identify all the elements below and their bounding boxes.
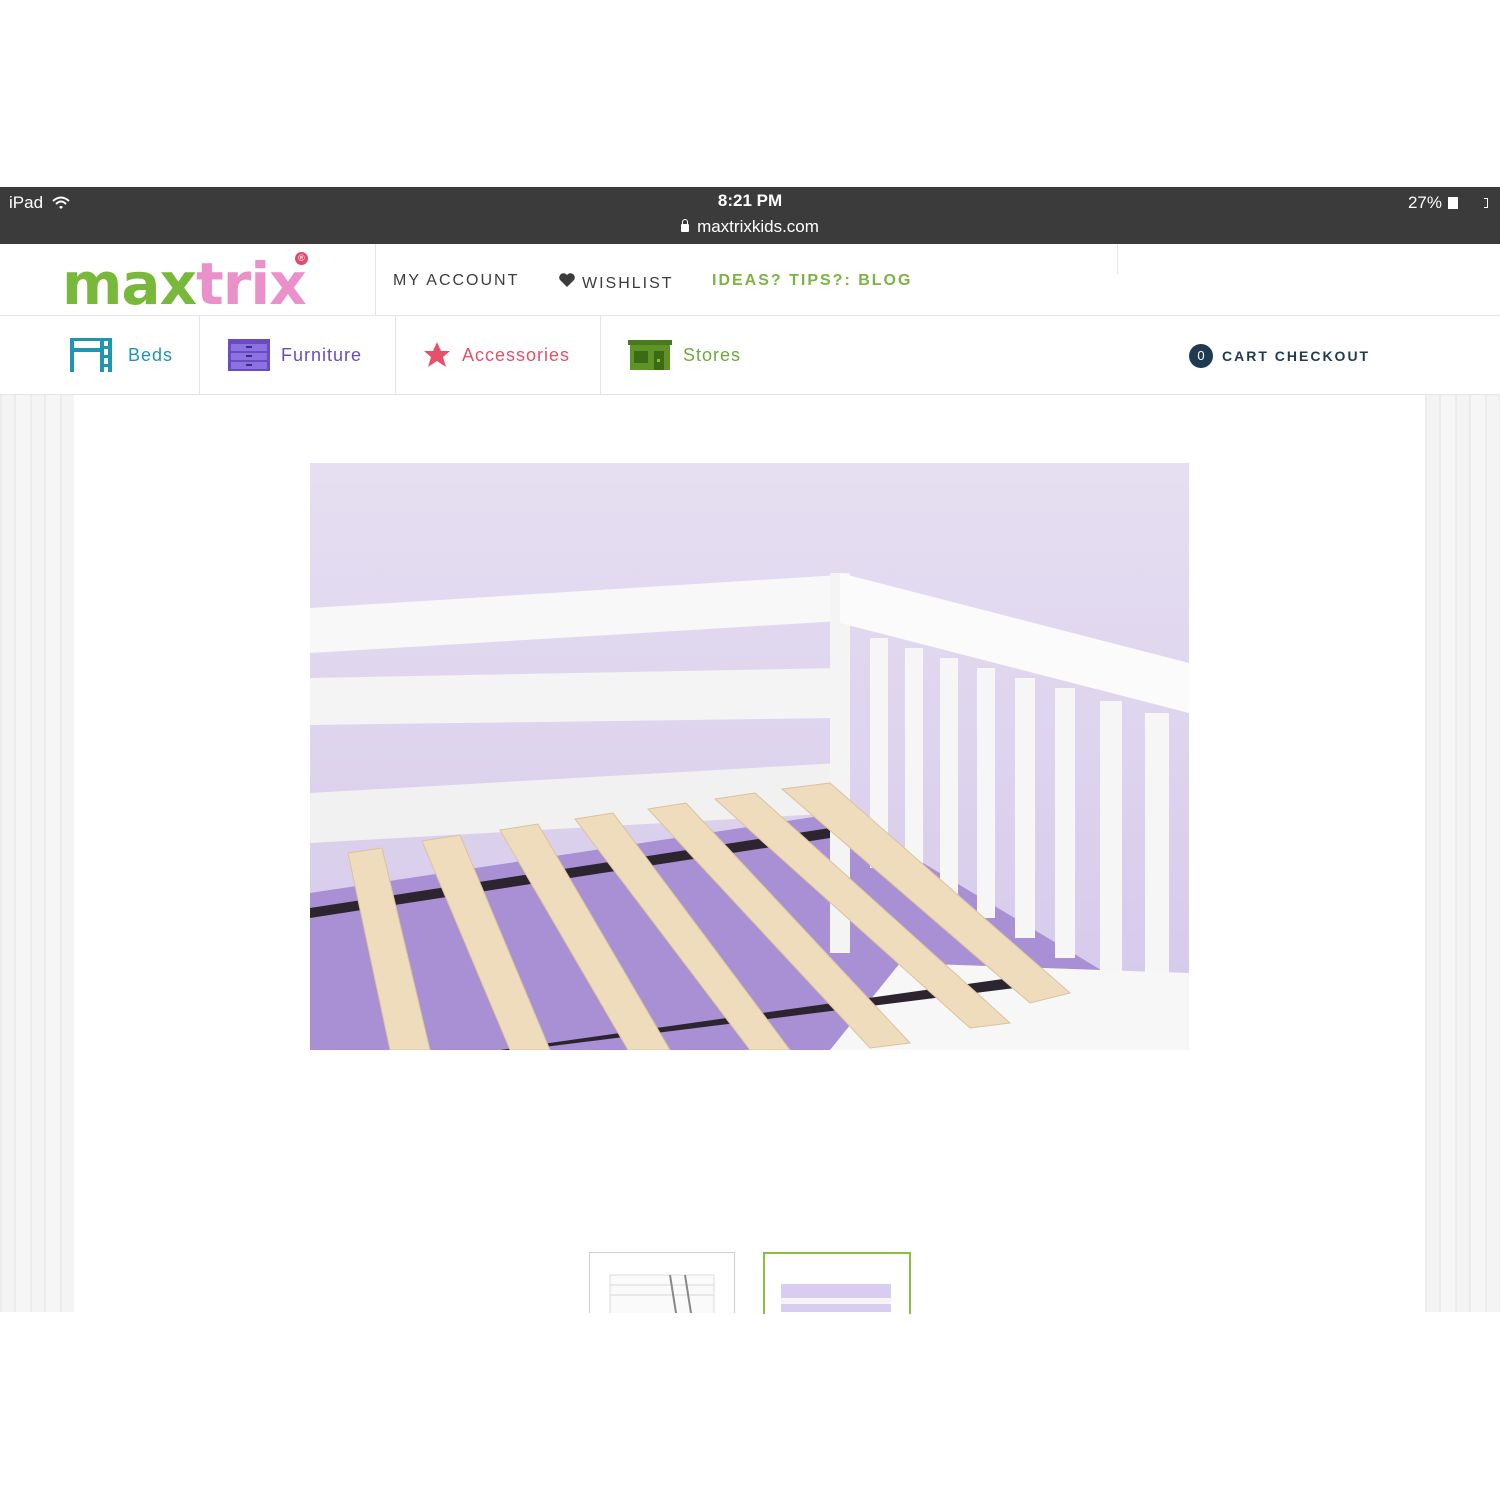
lock-icon <box>681 219 690 232</box>
heart-icon <box>559 273 575 287</box>
bunk-bed-icon <box>70 338 112 372</box>
clock: 8:21 PM <box>717 191 783 210</box>
maxtrix-logo[interactable]: maxtrix <box>62 254 307 314</box>
thumbnail-slats-active[interactable] <box>763 1252 911 1314</box>
url-text: maxtrixkids.com <box>697 217 819 236</box>
product-image[interactable] <box>310 463 1189 1050</box>
star-icon <box>424 342 450 367</box>
battery-indicator: 27% <box>1408 193 1488 213</box>
wood-background-right <box>1425 395 1500 1312</box>
nav-item-furniture[interactable]: Furniture <box>227 316 362 394</box>
battery-percent: 27% <box>1407 193 1442 212</box>
category-nav: Beds Furniture Accessories Stores 0 CART… <box>0 316 1500 395</box>
nav-divider <box>199 316 200 394</box>
my-account-link[interactable]: MY ACCOUNT <box>393 272 519 290</box>
header-divider-right <box>1117 244 1118 274</box>
nav-divider <box>600 316 601 394</box>
logo-text-green: max <box>62 250 197 318</box>
status-bar: iPad 8:21 PM maxtrixkids.com 27% <box>0 187 1500 244</box>
cart-count-badge: 0 <box>1189 344 1213 368</box>
nav-label-stores: Stores <box>683 344 742 365</box>
nav-item-stores[interactable]: Stores <box>627 316 741 394</box>
blog-link[interactable]: IDEAS? TIPS?: BLOG <box>712 272 912 290</box>
nav-label-furniture: Furniture <box>281 344 363 365</box>
nav-divider <box>395 316 396 394</box>
registered-mark: ® <box>295 252 308 265</box>
battery-cap-icon <box>1484 198 1488 208</box>
wishlist-link[interactable]: WISHLIST <box>558 272 674 293</box>
battery-icon <box>1448 197 1458 209</box>
logo-text-pink: trix <box>196 250 307 318</box>
storefront-icon <box>628 340 672 370</box>
wishlist-label: WISHLIST <box>582 275 674 292</box>
address-bar[interactable]: maxtrixkids.com <box>0 217 1500 237</box>
wood-background-left <box>0 395 74 1312</box>
nav-label-beds: Beds <box>128 344 174 365</box>
nav-label-accessories: Accessories <box>462 344 571 365</box>
header-divider <box>375 244 376 315</box>
nav-item-accessories[interactable]: Accessories <box>422 316 570 394</box>
nav-item-beds[interactable]: Beds <box>68 316 173 394</box>
cart-checkout-label: CART CHECKOUT <box>1222 348 1371 364</box>
thumbnail-image <box>765 1254 905 1314</box>
site-header: maxtrix ® MY ACCOUNT WISHLIST IDEAS? TIP… <box>0 244 1500 316</box>
thumbnail-image <box>590 1253 734 1313</box>
cart-checkout-button[interactable]: 0 CART CHECKOUT <box>1189 344 1370 368</box>
dresser-icon <box>228 339 270 371</box>
thumbnail-bunk-bed[interactable] <box>589 1252 735 1313</box>
